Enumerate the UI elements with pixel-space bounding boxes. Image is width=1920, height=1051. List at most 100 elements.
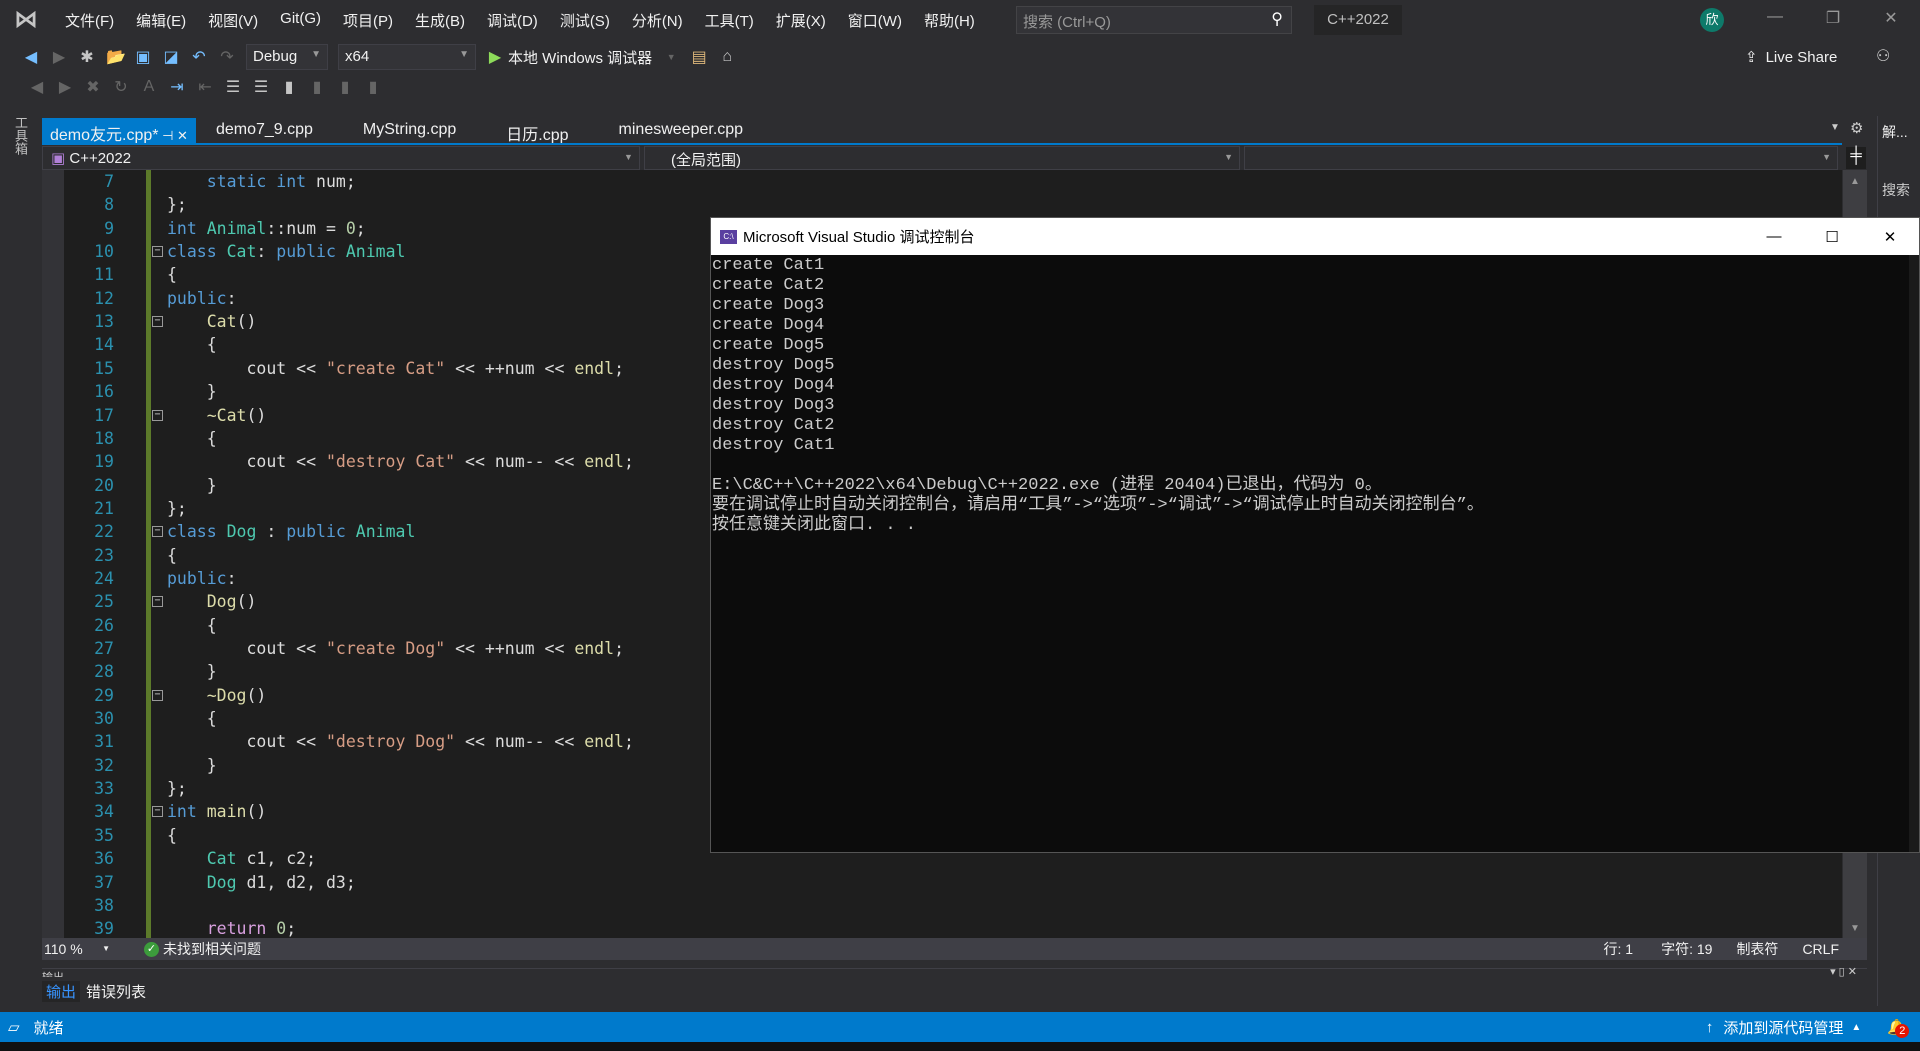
feedback-icon[interactable]: ⚇ [1876, 46, 1890, 66]
code-token: ; [614, 358, 624, 378]
menu-item[interactable]: 项目(P) [332, 10, 404, 31]
code-line[interactable]: 38 [64, 893, 1764, 918]
debug-console-window[interactable]: C:\ Microsoft Visual Studio 调试控制台 — ☐ ✕ … [710, 217, 1920, 853]
comment-icon[interactable]: ⇥ [168, 77, 186, 97]
indent-icon[interactable]: ☰ [224, 77, 242, 97]
tab-2[interactable]: MyString.cpp [355, 118, 464, 143]
play-icon[interactable]: ▶ [486, 47, 504, 67]
code-line[interactable]: 37 Dog d1, d2, d3; [64, 870, 1764, 895]
next-icon[interactable]: ▶ [56, 77, 74, 97]
code-line[interactable]: 39 return 0; [64, 917, 1764, 938]
undo-icon[interactable]: ↶ [190, 47, 208, 67]
collapse-icon[interactable]: − [152, 806, 163, 818]
console-scrollbar[interactable] [1909, 255, 1919, 852]
menu-item[interactable]: Git(G) [269, 10, 332, 31]
scroll-up-icon[interactable]: ▲ [1843, 176, 1867, 187]
panel-controls-icon[interactable]: ▾ ▯ ✕ [1830, 965, 1857, 978]
avatar[interactable]: 欣 [1700, 8, 1724, 32]
menu-item[interactable]: 窗口(W) [837, 10, 913, 31]
toolbox-tab[interactable]: 工具箱 [10, 116, 30, 155]
code-text: ~Dog() [167, 684, 267, 707]
tab-error-list[interactable]: 错误列表 [80, 981, 152, 1002]
forward-icon[interactable]: ▶ [50, 47, 68, 67]
console-minimize-button[interactable]: — [1745, 228, 1803, 245]
menu-item[interactable]: 生成(B) [404, 10, 476, 31]
menu-item[interactable]: 分析(N) [621, 10, 694, 31]
menu-item[interactable]: 测试(S) [549, 10, 621, 31]
redo-icon[interactable]: ↷ [218, 47, 236, 67]
console-close-button[interactable]: ✕ [1861, 228, 1919, 246]
home-icon[interactable]: ⌂ [718, 48, 736, 66]
restore-button[interactable]: ❐ [1818, 8, 1848, 32]
minimize-button[interactable]: — [1760, 8, 1790, 32]
pin-close-icon[interactable]: ⊣ ✕ [159, 128, 188, 143]
split-editor-icon[interactable]: ╪ [1846, 147, 1866, 169]
outdent-icon[interactable]: ☰ [252, 77, 270, 97]
code-line[interactable]: 7 static int num; [64, 170, 1764, 194]
prev-icon[interactable]: ◀ [28, 77, 46, 97]
configuration-dropdown[interactable]: Debug ▼ [246, 44, 328, 70]
collapse-icon[interactable]: − [152, 316, 163, 328]
zoom-dropdown[interactable]: 110 % ▼ [42, 941, 114, 957]
code-line[interactable]: 8}; [64, 193, 1764, 218]
save-icon[interactable]: ▣ [134, 47, 152, 67]
issues-status[interactable]: 未找到相关问题 [163, 939, 261, 959]
open-file-icon[interactable]: 📂 [106, 47, 126, 67]
collapse-icon[interactable]: − [152, 409, 163, 421]
new-project-icon[interactable]: ✱ [78, 47, 96, 67]
project-dropdown[interactable]: ▣ C++2022 ▼ [42, 146, 640, 170]
run-debugger-button[interactable]: 本地 Windows 调试器 [508, 47, 652, 68]
tab-1[interactable]: demo7_9.cpp [208, 118, 321, 143]
tab-4[interactable]: minesweeper.cpp [611, 118, 752, 143]
scope-dropdown[interactable]: (全局范围) ▼ [643, 146, 1241, 170]
close-button[interactable]: ✕ [1876, 8, 1906, 32]
font-icon[interactable]: A [140, 78, 158, 96]
console-title-bar[interactable]: C:\ Microsoft Visual Studio 调试控制台 — ☐ ✕ [711, 218, 1919, 255]
menu-item[interactable]: 文件(F) [54, 10, 125, 31]
menu-item[interactable]: 调试(D) [476, 10, 549, 31]
member-dropdown[interactable]: ▼ [1244, 146, 1838, 170]
clear-bookmarks-icon[interactable]: ▮ [364, 77, 382, 97]
uncomment-icon[interactable]: ⇤ [196, 77, 214, 97]
find-in-files-icon[interactable]: ▤ [690, 47, 708, 67]
stop-icon[interactable]: ✖ [84, 77, 102, 97]
collapse-icon[interactable]: − [152, 526, 163, 538]
search-input[interactable]: 搜索 (Ctrl+Q) ⚲ [1016, 6, 1292, 34]
collapse-icon[interactable]: − [152, 596, 163, 608]
settings-gear-icon[interactable]: ⚙ [1850, 119, 1863, 137]
back-icon[interactable]: ◀ [22, 47, 40, 67]
tab-0[interactable]: demo友元.cpp* ⊣ ✕ [42, 118, 196, 144]
tab-label: minesweeper.cpp [618, 121, 744, 138]
tab-3[interactable]: 日历.cpp [498, 118, 576, 144]
save-all-icon[interactable]: ◪ [162, 47, 180, 67]
platform-dropdown[interactable]: x64 ▼ [338, 44, 476, 70]
code-token: public [276, 242, 336, 262]
eol-indicator[interactable]: CRLF [1802, 941, 1839, 957]
tab-output[interactable]: 输出 [42, 981, 81, 1002]
menu-item[interactable]: 视图(V) [197, 10, 269, 31]
solution-explorer-tab[interactable]: 解... [1882, 122, 1916, 142]
menu-item[interactable]: 帮助(H) [913, 10, 986, 31]
menu-item[interactable]: 扩展(X) [765, 10, 837, 31]
prev-bookmark-icon[interactable]: ▮ [308, 77, 326, 97]
notifications-bell-icon[interactable]: 🔔2 [1887, 1018, 1910, 1038]
bookmark-icon[interactable]: ▮ [280, 77, 298, 97]
refresh-icon[interactable]: ↻ [112, 77, 130, 97]
next-bookmark-icon[interactable]: ▮ [336, 77, 354, 97]
search-tab[interactable]: 搜索 [1882, 180, 1916, 200]
menu-item[interactable]: 编辑(E) [125, 10, 197, 31]
collapse-icon[interactable]: − [152, 246, 163, 258]
live-share-button[interactable]: ⇪ Live Share [1745, 48, 1837, 67]
menu-item[interactable]: 工具(T) [694, 10, 765, 31]
line-number: 25 [94, 592, 114, 612]
scroll-down-icon[interactable]: ▼ [1843, 923, 1867, 934]
change-marker [146, 333, 151, 358]
add-to-source-control-button[interactable]: 添加到源代码管理 [1723, 1017, 1843, 1038]
dropdown-icon[interactable]: ▼ [662, 52, 680, 62]
indent-indicator[interactable]: 制表符 [1736, 939, 1778, 959]
console-maximize-button[interactable]: ☐ [1803, 228, 1861, 246]
tab-overflow-icon[interactable]: ▼ [1830, 122, 1840, 133]
collapse-icon[interactable]: − [152, 689, 163, 701]
